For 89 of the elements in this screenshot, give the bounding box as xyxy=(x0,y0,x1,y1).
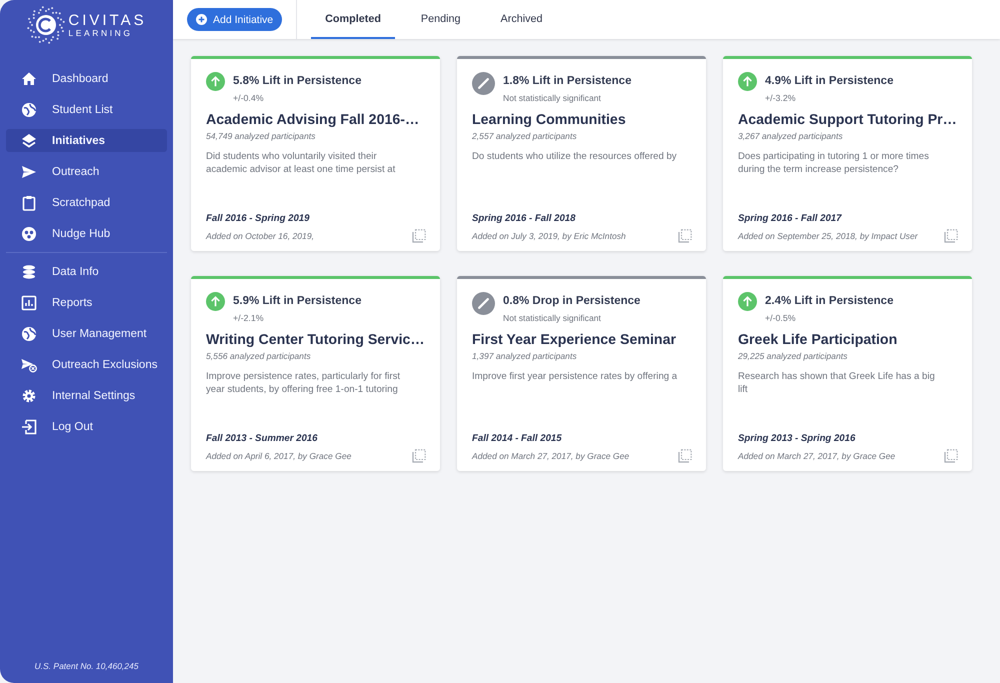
card-description: Does participating in tutoring 1 or more times during the term increase persistence? xyxy=(738,150,930,177)
copy-icon[interactable] xyxy=(412,449,426,463)
initiative-card[interactable] xyxy=(723,56,972,251)
nav-item[interactable]: Data Info xyxy=(6,260,167,283)
nav-item[interactable]: User Management xyxy=(6,322,167,345)
bar-chart-icon xyxy=(21,294,37,310)
result-heading: 0.8% Drop in Persistence xyxy=(503,295,640,307)
nav-item[interactable]: Outreach xyxy=(6,160,167,183)
card-title: Learning Communities xyxy=(472,112,627,128)
term-range: Fall 2016 - Spring 2019 xyxy=(206,213,310,224)
result-detail: Not statistically significant xyxy=(503,313,602,323)
result-heading: 5.8% Lift in Persistence xyxy=(233,75,362,87)
initiative-card[interactable] xyxy=(457,56,706,251)
tab[interactable]: Archived xyxy=(486,0,557,39)
added-info: Added on September 25, 2018, by Impact User xyxy=(738,231,918,241)
result-heading: 2.4% Lift in Persistence xyxy=(765,295,894,307)
initiative-card[interactable] xyxy=(191,276,440,471)
term-range: Fall 2013 - Summer 2016 xyxy=(206,433,318,444)
copy-icon[interactable] xyxy=(678,229,692,243)
participant-count: 54,749 analyzed participants xyxy=(206,131,316,141)
initiative-card[interactable]: 2.4% Lift in Persistence +/-0.5% Greek Life Participation 29,225 analyzed participants Research has shown that Greek Life has a big lift Spring 2013 - Spring 2016 Added on March 27, 2017, by Grace Gee xyxy=(723,276,972,471)
send-blocked-icon xyxy=(21,356,37,372)
card-description: Did students who voluntarily visited their academic advisor at least one time persist at xyxy=(206,150,396,177)
added-info: Added on October 16, 2019, xyxy=(206,231,314,241)
nav-item[interactable]: Student List xyxy=(6,98,167,121)
clipboard-icon xyxy=(21,194,37,210)
participant-count: 5,556 analyzed participants xyxy=(206,351,312,361)
logo-subtitle: LEARNING xyxy=(68,28,134,38)
nav-item[interactable]: Scratchpad xyxy=(6,191,167,214)
card-title: Writing Center Tutoring Servic… xyxy=(206,332,426,348)
result-heading: 5.9% Lift in Persistence xyxy=(233,295,362,307)
copy-icon[interactable] xyxy=(678,449,692,463)
initiative-card[interactable] xyxy=(191,56,440,251)
result-heading: 4.9% Lift in Persistence xyxy=(765,75,894,87)
added-info: Added on March 27, 2017, by Grace Gee xyxy=(472,451,630,461)
nav-item[interactable]: Nudge Hub xyxy=(6,222,167,245)
result-heading: 1.8% Lift in Persistence xyxy=(503,75,632,87)
card-title: Greek Life Participation xyxy=(738,332,898,348)
nav-item[interactable]: Initiatives xyxy=(6,129,167,152)
nav-item[interactable]: Log Out xyxy=(6,415,167,438)
logo-icon xyxy=(26,5,66,45)
term-range: Spring 2013 - Spring 2016 xyxy=(738,433,856,444)
card-description: Do students who utilize the resources offered by xyxy=(472,150,678,164)
patent-notice: U.S. Patent No. 10,460,245 xyxy=(34,661,140,673)
dots-circle-icon xyxy=(21,226,37,242)
result-detail: Not statistically significant xyxy=(503,93,602,103)
add-initiative-button[interactable]: Add Initiative xyxy=(187,8,282,31)
result-detail: +/-3.2% xyxy=(765,93,797,103)
participant-count: 29,225 analyzed participants xyxy=(738,351,848,361)
settings-icon xyxy=(21,388,37,404)
slash-icon xyxy=(472,72,495,95)
globe-icon xyxy=(21,326,37,342)
card-title: Academic Advising Fall 2016-… xyxy=(206,112,420,128)
nav-item[interactable]: Internal Settings xyxy=(6,384,167,407)
term-range: Fall 2014 - Fall 2015 xyxy=(472,433,563,444)
initiative-card[interactable] xyxy=(457,276,706,471)
copy-icon[interactable] xyxy=(944,449,958,463)
layers-icon xyxy=(21,132,37,148)
participant-count: 2,557 analyzed participants xyxy=(472,131,578,141)
card-description: Improve persistence rates, particularly for first year students, by offering free 1-on-1 tutoring xyxy=(206,370,402,397)
term-range: Spring 2016 - Fall 2017 xyxy=(738,213,843,224)
logo-wordmark: CIVITAS xyxy=(68,12,147,28)
card-title: Academic Support Tutoring Pr… xyxy=(738,112,958,128)
copy-icon[interactable] xyxy=(412,229,426,243)
term-range: Spring 2016 - Fall 2018 xyxy=(472,213,576,224)
plus-circle-icon xyxy=(196,14,207,25)
globe-icon xyxy=(21,102,37,118)
added-info: Added on March 27, 2017, by Grace Gee xyxy=(738,451,896,461)
exit-icon xyxy=(21,418,37,434)
home-icon xyxy=(21,70,37,86)
copy-icon[interactable] xyxy=(944,229,958,243)
result-detail: +/-0.4% xyxy=(233,93,265,103)
card-description: Research has shown that Greek Life has a big lift xyxy=(738,370,936,397)
result-detail: +/-0.5% xyxy=(765,313,797,323)
tab[interactable]: Pending xyxy=(406,0,475,39)
tab[interactable]: Completed xyxy=(311,0,395,39)
nav-item[interactable]: Outreach Exclusions xyxy=(6,353,167,376)
card-description: Improve first year persistence rates by offering a xyxy=(472,370,678,384)
participant-count: 3,267 analyzed participants xyxy=(738,131,844,141)
nav-item[interactable]: Reports xyxy=(6,291,167,314)
send-icon xyxy=(21,164,37,180)
participant-count: 1,397 analyzed participants xyxy=(472,351,578,361)
nav-item[interactable]: Dashboard xyxy=(6,67,167,90)
database-icon xyxy=(21,264,37,280)
added-info: Added on July 3, 2019, by Eric McIntosh xyxy=(472,231,626,241)
result-detail: +/-2.1% xyxy=(233,313,265,323)
card-title: First Year Experience Seminar xyxy=(472,332,677,348)
slash-icon xyxy=(472,292,495,315)
added-info: Added on April 6, 2017, by Grace Gee xyxy=(206,451,352,461)
